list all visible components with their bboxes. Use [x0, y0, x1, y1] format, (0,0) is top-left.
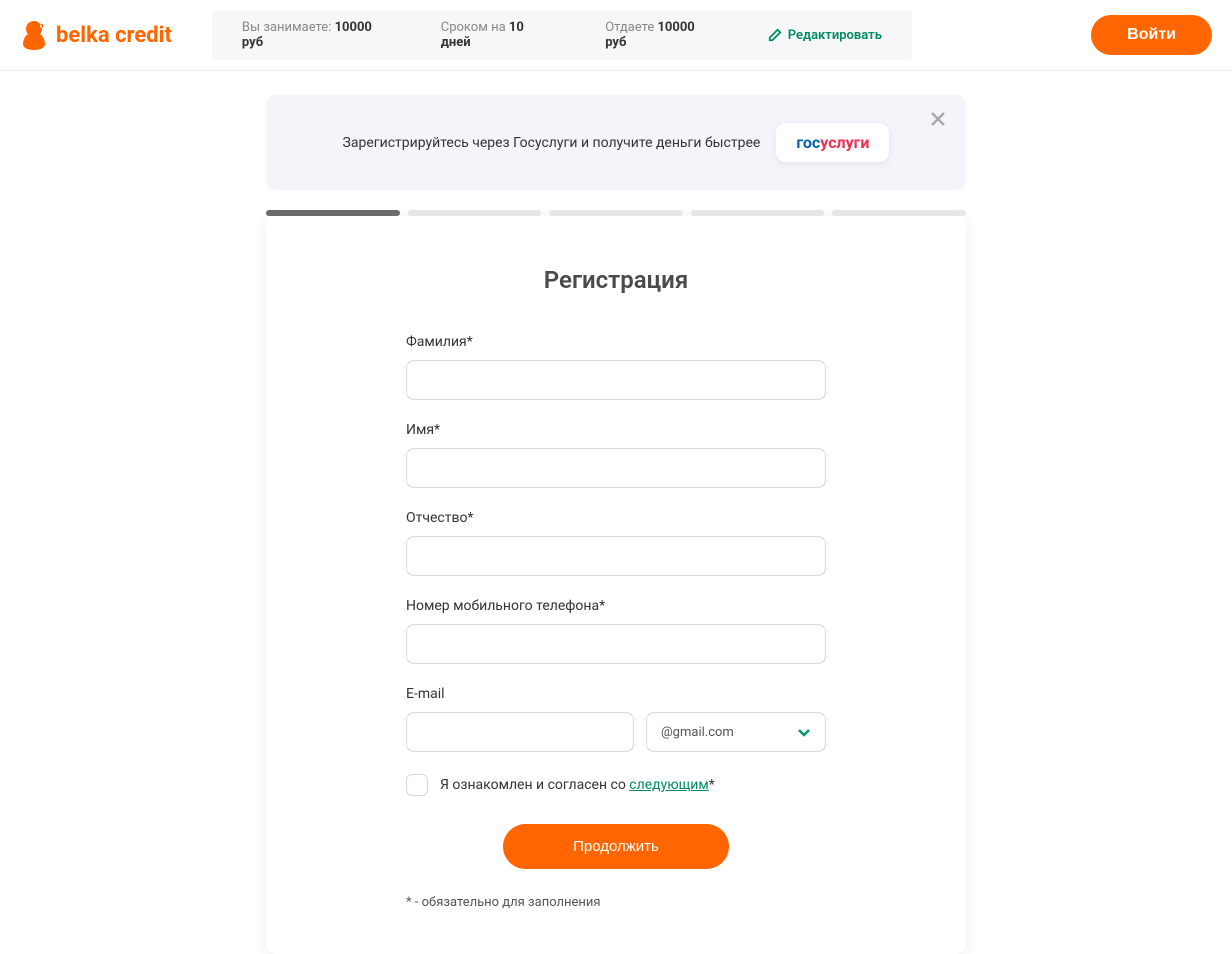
phone-label: Номер мобильного телефона* — [406, 598, 826, 614]
email-domain-select[interactable]: @gmail.com — [646, 712, 826, 752]
consent-text: Я ознакомлен и согласен со следующим* — [440, 777, 715, 793]
phone-input[interactable] — [406, 624, 826, 664]
progress-bar — [266, 210, 966, 216]
page-title: Регистрация — [406, 266, 826, 294]
consent-link[interactable]: следующим — [629, 777, 708, 793]
lastname-field-group: Фамилия* — [406, 334, 826, 400]
header: belka credit Вы занимаете: 10000 руб Сро… — [0, 0, 1232, 71]
borrow-info: Вы занимаете: 10000 руб — [242, 20, 381, 50]
patronymic-label: Отчество* — [406, 510, 826, 526]
logo-icon — [20, 19, 48, 51]
patronymic-input[interactable] — [406, 536, 826, 576]
email-field-group: E-mail @gmail.com — [406, 686, 826, 752]
logo[interactable]: belka credit — [20, 19, 172, 51]
close-icon[interactable] — [928, 109, 948, 129]
email-input[interactable] — [406, 712, 634, 752]
term-info: Сроком на 10 дней — [441, 20, 545, 50]
progress-step-5 — [832, 210, 966, 216]
progress-step-2 — [408, 210, 542, 216]
email-label: E-mail — [406, 686, 826, 702]
logo-text: belka credit — [56, 23, 172, 48]
required-note: * - обязательно для заполнения — [406, 895, 826, 910]
edit-link[interactable]: Редактировать — [768, 28, 882, 43]
login-button[interactable]: Войти — [1091, 15, 1212, 55]
patronymic-field-group: Отчество* — [406, 510, 826, 576]
continue-button[interactable]: Продолжить — [503, 824, 729, 869]
progress-step-4 — [691, 210, 825, 216]
lastname-input[interactable] — [406, 360, 826, 400]
progress-step-3 — [549, 210, 683, 216]
consent-row: Я ознакомлен и согласен со следующим* — [406, 774, 826, 796]
registration-card: Регистрация Фамилия* Имя* Отчество* Номе… — [266, 216, 966, 954]
firstname-label: Имя* — [406, 422, 826, 438]
firstname-input[interactable] — [406, 448, 826, 488]
consent-checkbox[interactable] — [406, 774, 428, 796]
repay-info: Отдаете 10000 руб — [605, 20, 708, 50]
chevron-down-icon — [797, 725, 811, 739]
firstname-field-group: Имя* — [406, 422, 826, 488]
loan-info-bar: Вы занимаете: 10000 руб Сроком на 10 дне… — [212, 10, 912, 60]
gosuslugi-button[interactable]: госуслуги — [776, 123, 889, 162]
email-domain-value: @gmail.com — [661, 725, 734, 740]
phone-field-group: Номер мобильного телефона* — [406, 598, 826, 664]
progress-step-1 — [266, 210, 400, 216]
lastname-label: Фамилия* — [406, 334, 826, 350]
pencil-icon — [768, 28, 782, 42]
gosuslugi-text: Зарегистрируйтесь через Госуслуги и полу… — [343, 135, 761, 151]
gosuslugi-banner: Зарегистрируйтесь через Госуслуги и полу… — [266, 95, 966, 190]
